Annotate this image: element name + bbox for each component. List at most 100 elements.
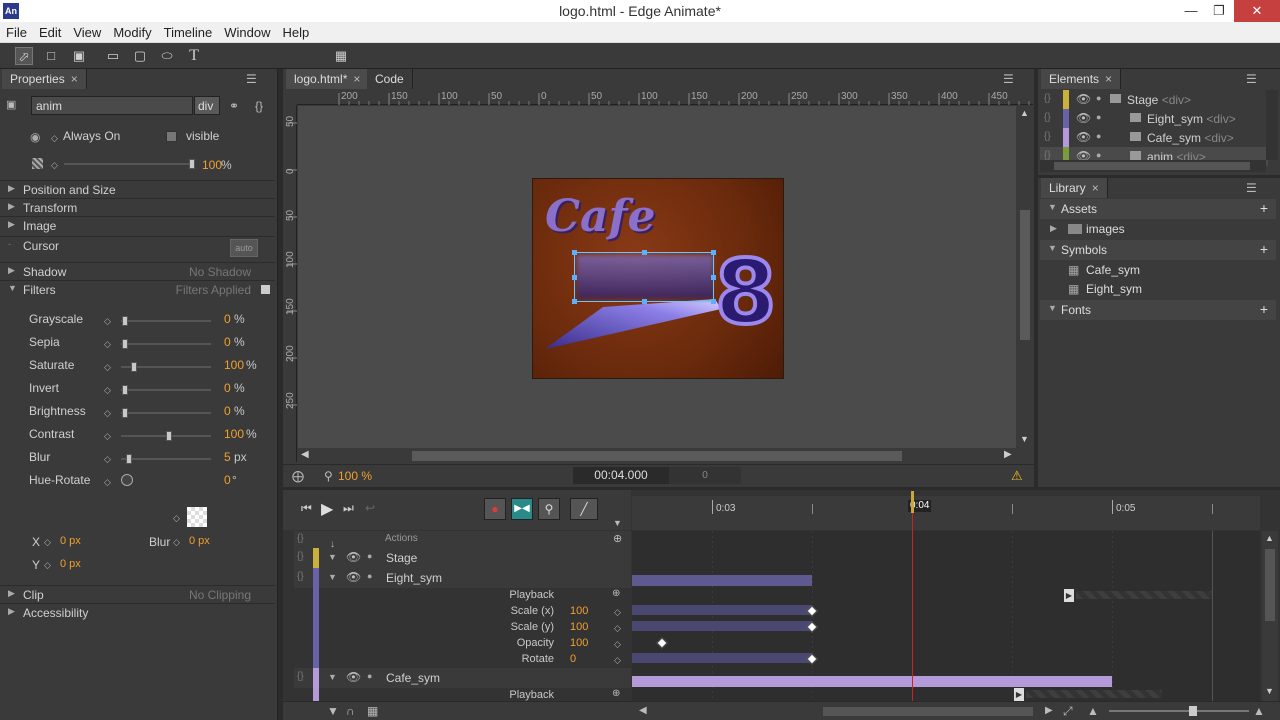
menu-modify[interactable]: Modify	[107, 22, 157, 40]
easing-icon[interactable]: ╱	[570, 498, 598, 520]
vertical-scrollbar[interactable]: ▲ ▼	[1017, 106, 1033, 448]
pin-icon[interactable]: ⚲	[538, 498, 560, 520]
link-icon[interactable]: ⚭	[229, 99, 239, 113]
filter-icon[interactable]: ▼	[327, 704, 339, 718]
current-time-field[interactable]: 00:04.000	[573, 467, 669, 484]
keyframe-diamond-icon[interactable]: ◇	[614, 623, 621, 634]
code-braces-icon[interactable]: {}	[1044, 112, 1051, 123]
lock-dot-icon[interactable]: ●	[367, 551, 372, 561]
code-braces-icon[interactable]: {}	[297, 571, 304, 582]
add-icon[interactable]: +	[1260, 241, 1268, 257]
visibility-select[interactable]: visible	[186, 129, 219, 143]
property-row-scale-x-[interactable]: Scale (x) 100 ◇	[294, 604, 631, 620]
rectangle-tool-icon[interactable]: ▭	[104, 47, 122, 65]
keyframe-diamond-icon[interactable]: ◇	[104, 454, 111, 465]
scroll-left-icon[interactable]: ◀	[301, 449, 309, 460]
lock-dot-icon[interactable]: ●	[1096, 131, 1101, 141]
property-value[interactable]: 100	[570, 637, 588, 649]
keyframe-diamond-icon[interactable]: ◇	[104, 385, 111, 396]
selection-tool-icon[interactable]: ⬀	[15, 47, 33, 65]
zoom-in-icon[interactable]: ▲	[1253, 704, 1265, 718]
library-symbol-item[interactable]: ▦ Eight_sym	[1040, 280, 1276, 299]
maximize-button[interactable]: ❐	[1204, 0, 1234, 22]
eye-icon[interactable]: 👁	[346, 550, 361, 564]
lock-dot-icon[interactable]: ●	[1096, 93, 1101, 103]
code-braces-icon[interactable]: {}	[297, 671, 304, 682]
add-icon[interactable]: +	[1260, 301, 1268, 317]
time-offset-field[interactable]: 0	[669, 467, 741, 484]
rotate-bar[interactable]	[632, 653, 812, 663]
text-tool-icon[interactable]: T	[185, 47, 203, 65]
transform-tool-icon[interactable]: □	[42, 47, 60, 65]
filter-slider-knob[interactable]	[166, 431, 172, 441]
library-fonts-section[interactable]: ▼ Fonts +	[1040, 300, 1276, 320]
timeline-row-stage[interactable]: {} ▼ 👁 ● Stage	[294, 548, 631, 568]
keyframe-diamond-icon[interactable]: ◇	[104, 362, 111, 373]
panel-menu-icon[interactable]: ☰	[1246, 72, 1257, 86]
scroll-up-icon[interactable]: ▲	[1020, 108, 1029, 118]
opacity-slider[interactable]	[64, 159, 195, 169]
library-symbol-item[interactable]: ▦ Cafe_sym	[1040, 261, 1276, 280]
library-tab[interactable]: Library ×	[1041, 178, 1108, 198]
transform-section[interactable]: ▶ Transform	[0, 198, 275, 216]
close-icon[interactable]: ×	[353, 72, 360, 86]
close-icon[interactable]: ×	[1092, 181, 1099, 195]
clipping-tool-icon[interactable]: ▣	[70, 47, 88, 65]
menu-window[interactable]: Window	[218, 22, 276, 40]
filter-value[interactable]: 0	[224, 404, 231, 418]
element-row-eight_sym[interactable]: {} 👁 ● Eight_sym <div>	[1040, 109, 1268, 128]
resize-handle[interactable]	[642, 299, 647, 304]
collapse-icon[interactable]: ▼	[328, 572, 337, 582]
grid-icon[interactable]: ▦	[367, 704, 378, 718]
auto-transition-icon[interactable]: ▶◀	[511, 498, 533, 520]
element-name-input[interactable]: anim	[31, 96, 193, 115]
zoom-out-icon[interactable]: ▲	[1087, 704, 1099, 718]
tab-logo-html[interactable]: logo.html* ×	[286, 69, 370, 89]
filter-slider[interactable]	[121, 339, 211, 349]
filter-value[interactable]: 5	[224, 450, 231, 464]
lock-dot-icon[interactable]: ●	[367, 671, 372, 681]
filter-value[interactable]: 100	[224, 358, 244, 372]
image-section[interactable]: ▶ Image	[0, 216, 275, 234]
magnet-icon[interactable]: ∩	[346, 704, 355, 718]
scroll-left-icon[interactable]: ◀	[639, 705, 647, 716]
filter-slider[interactable]	[121, 316, 211, 326]
filter-slider[interactable]	[121, 362, 211, 372]
scroll-up-icon[interactable]: ▲	[1265, 533, 1274, 543]
shadow-x-value[interactable]: 0 px	[60, 535, 81, 547]
keyframe-diamond-icon[interactable]: ◇	[614, 639, 621, 650]
elements-hscrollbar[interactable]	[1040, 160, 1266, 172]
elements-tab[interactable]: Elements ×	[1041, 69, 1122, 89]
accessibility-section[interactable]: ▶ Accessibility	[0, 603, 275, 621]
filter-slider-knob[interactable]	[122, 339, 128, 349]
panel-menu-icon[interactable]: ☰	[1003, 72, 1014, 86]
warning-icon[interactable]: ⚠	[1011, 468, 1023, 484]
scroll-right-icon[interactable]: ▶	[1004, 449, 1012, 460]
go-to-start-icon[interactable]: ⏮	[301, 501, 312, 516]
resize-handle[interactable]	[711, 275, 716, 280]
timeline-options-icon[interactable]: ▼	[613, 518, 622, 528]
menu-edit[interactable]: Edit	[33, 22, 67, 40]
resize-handle[interactable]	[711, 299, 716, 304]
timeline-zoom-slider[interactable]	[1109, 706, 1249, 716]
add-playback-icon[interactable]: ⊕	[612, 588, 620, 599]
filter-slider-knob[interactable]	[126, 454, 132, 464]
filter-slider-knob[interactable]	[122, 385, 128, 395]
library-assets-section[interactable]: ▼ Assets +	[1040, 199, 1276, 219]
keyframe-diamond-icon[interactable]: ◇	[104, 477, 111, 488]
record-icon[interactable]: ●	[484, 498, 506, 520]
filter-slider-knob[interactable]	[122, 408, 128, 418]
filters-section[interactable]: ▼ Filters Filters Applied	[0, 280, 275, 298]
playhead-handle[interactable]	[911, 491, 914, 513]
resize-handle[interactable]	[572, 275, 577, 280]
tag-select[interactable]: div	[194, 96, 220, 115]
menu-timeline[interactable]: Timeline	[158, 22, 219, 40]
overflow-select[interactable]: Always On	[63, 129, 120, 143]
eye-icon[interactable]: 👁	[1076, 130, 1091, 144]
timeline-vscrollbar[interactable]: ▲ ▼	[1262, 531, 1278, 701]
horizontal-scrollbar[interactable]: ◀ ▶	[298, 448, 1018, 464]
eye-icon[interactable]: 👁	[1076, 92, 1091, 106]
filter-slider[interactable]	[121, 408, 211, 418]
zoom-value[interactable]: 100 %	[338, 469, 372, 483]
rounded-rectangle-tool-icon[interactable]: ▢	[131, 47, 149, 65]
